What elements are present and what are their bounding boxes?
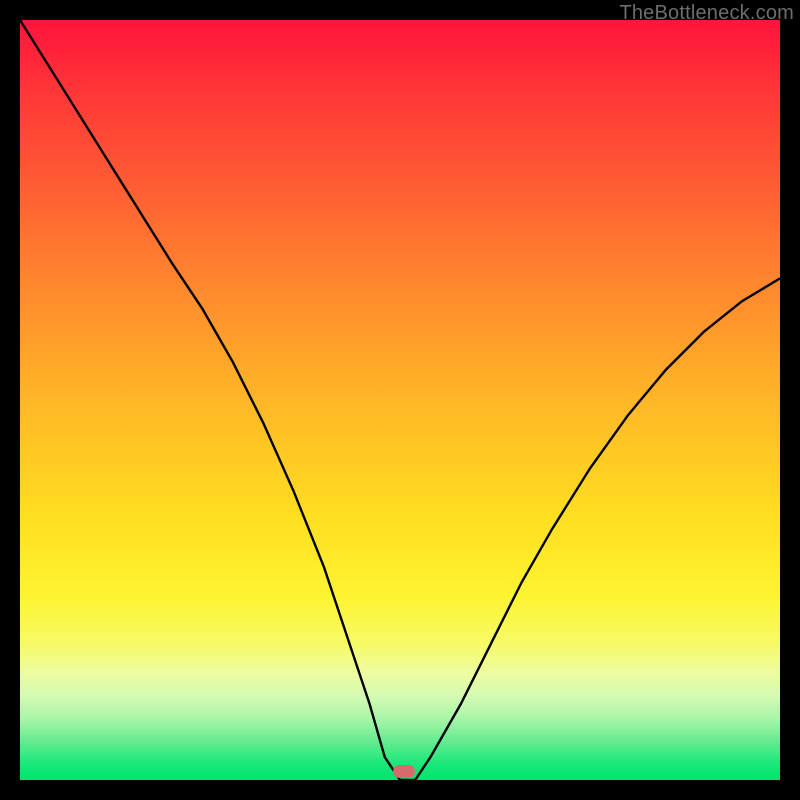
bottleneck-curve: [20, 20, 780, 780]
curve-path: [20, 20, 780, 780]
optimum-marker: [393, 765, 415, 778]
chart-frame: TheBottleneck.com: [0, 0, 800, 800]
plot-area: [20, 20, 780, 780]
